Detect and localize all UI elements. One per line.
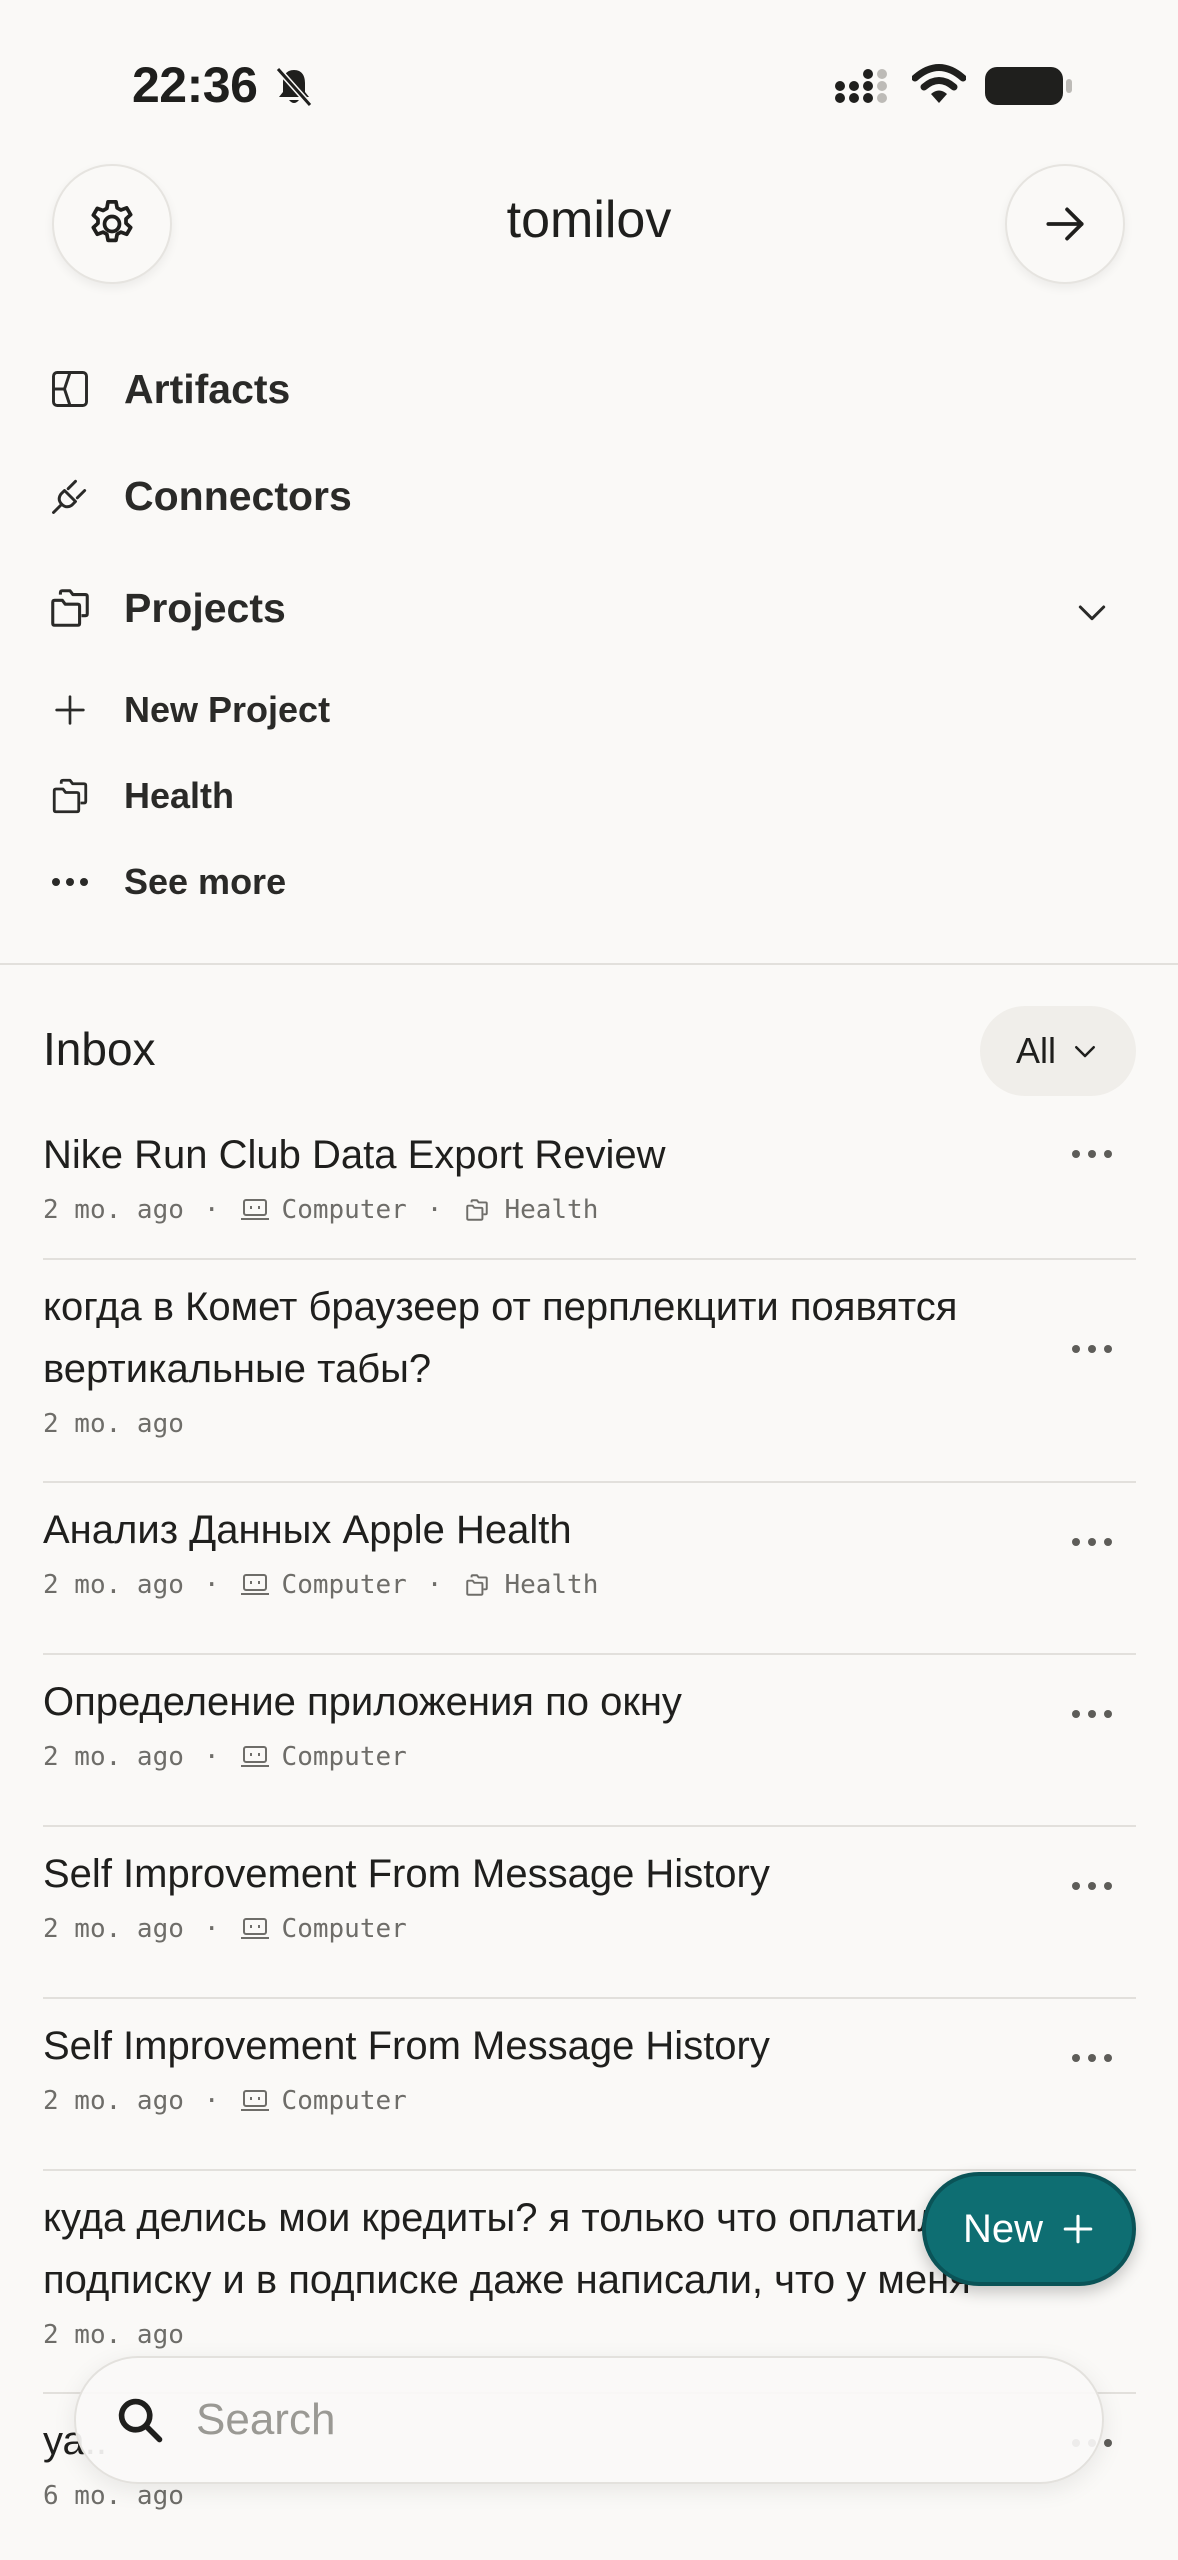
status-time: 22:36 [132, 57, 258, 113]
meta-separator: · [203, 2086, 220, 2116]
computer-icon [240, 1574, 269, 1595]
nav-label-connectors: Connectors [124, 472, 352, 519]
item-age: 2 mo. ago [43, 1195, 184, 1225]
meta-separator: · [203, 1570, 220, 1600]
section-divider [0, 963, 1178, 965]
inbox-list: Nike Run Club Data Export Review 2 mo. a… [43, 1108, 1136, 2544]
meta-separator: · [203, 1195, 220, 1225]
inbox-item[interactable]: Self Improvement From Message History 2 … [43, 1999, 1136, 2171]
nav-item-see-more[interactable]: See more [40, 852, 286, 912]
filter-label: All [1015, 1030, 1056, 1071]
inbox-item[interactable]: когда в Комет браузеер от перплекцити по… [43, 1260, 1136, 1483]
chevron-down-icon [1075, 1046, 1095, 1058]
item-title: Self Improvement From Message History [43, 1852, 770, 1896]
item-project: Health [504, 1570, 599, 1600]
nav-item-connectors[interactable]: Connectors [40, 466, 352, 526]
item-age: 2 mo. ago [43, 1409, 184, 1439]
new-chat-button[interactable]: New [922, 2172, 1136, 2286]
folders-icon [51, 589, 89, 627]
new-button-label: New [962, 2206, 1044, 2251]
item-title: когда в Комет браузеер от перплекцити по… [43, 1285, 958, 1391]
item-age: 6 mo. ago [43, 2481, 184, 2511]
nav-label-artifacts: Artifacts [124, 365, 291, 412]
nav-item-health[interactable]: Health [40, 766, 234, 826]
search-icon [118, 2398, 163, 2443]
plus-icon [55, 695, 85, 725]
inbox-title: Inbox [43, 1023, 156, 1075]
nav-item-new-project[interactable]: New Project [40, 680, 330, 740]
more-options-button[interactable] [1072, 1147, 1112, 1161]
computer-icon [240, 1746, 269, 1767]
battery-icon [985, 67, 1072, 105]
item-meta: 2 mo. ago · Computer · Health [43, 1190, 1136, 1230]
computer-icon [240, 1199, 269, 1220]
nav-label-health: Health [124, 775, 235, 816]
item-meta: 2 mo. ago · Computer [43, 1909, 1136, 1949]
item-source: Computer [281, 1195, 407, 1225]
folders-icon [466, 1574, 489, 1596]
item-age: 2 mo. ago [43, 2086, 184, 2116]
wifi-icon [912, 64, 966, 103]
nav-label-new-project: New Project [124, 689, 331, 730]
item-meta: 2 mo. ago [43, 1404, 1136, 1444]
more-options-button[interactable] [1072, 2051, 1112, 2065]
nav-label-projects: Projects [124, 584, 286, 631]
chevron-down-icon[interactable] [1072, 592, 1112, 632]
search-input[interactable]: Search [196, 2395, 335, 2445]
item-source: Computer [281, 1914, 407, 1944]
plus-icon [1063, 2214, 1093, 2244]
more-options-button[interactable] [1072, 1879, 1112, 1893]
nav-item-projects[interactable]: Projects [40, 578, 286, 638]
folders-icon [52, 778, 88, 814]
item-age: 2 mo. ago [43, 2320, 184, 2350]
item-meta: 2 mo. ago [43, 2315, 1136, 2355]
item-title: Self Improvement From Message History [43, 2024, 770, 2068]
item-title: Nike Run Club Data Export Review [43, 1133, 666, 1177]
inbox-item[interactable]: Анализ Данных Apple Health 2 mo. ago · C… [43, 1483, 1136, 1655]
item-title: Определение приложения по окну [43, 1680, 682, 1724]
nav-item-artifacts[interactable]: Artifacts [40, 359, 290, 419]
search-bar[interactable]: Search [74, 2356, 1104, 2484]
item-meta: 2 mo. ago · Computer [43, 2081, 1136, 2121]
item-meta: 2 mo. ago · Computer · Health [43, 1565, 1136, 1605]
status-bar: 22:36 [0, 0, 1178, 170]
meta-separator: · [203, 1742, 220, 1772]
inbox-item[interactable]: Nike Run Club Data Export Review 2 mo. a… [43, 1108, 1136, 1260]
inbox-filter-dropdown[interactable]: All [980, 1006, 1136, 1096]
account-name[interactable]: tomilov [0, 190, 1178, 250]
folders-icon [466, 1199, 489, 1221]
meta-separator: · [426, 1195, 443, 1225]
arrow-right-icon [1046, 207, 1084, 241]
item-age: 2 mo. ago [43, 1570, 184, 1600]
computer-icon [240, 2090, 269, 2111]
forward-button[interactable] [1005, 164, 1125, 284]
bell-slash-icon [275, 67, 313, 107]
more-options-button[interactable] [1072, 1342, 1112, 1356]
meta-separator: · [203, 1914, 220, 1944]
ellipsis-icon [52, 878, 88, 886]
item-project: Health [504, 1195, 599, 1225]
meta-separator: · [426, 1570, 443, 1600]
item-source: Computer [281, 1570, 407, 1600]
computer-icon [240, 1918, 269, 1939]
plug-icon [52, 479, 87, 514]
item-age: 2 mo. ago [43, 1914, 184, 1944]
artifacts-icon [52, 371, 88, 407]
item-title: Анализ Данных Apple Health [43, 1508, 572, 1552]
item-source: Computer [281, 1742, 407, 1772]
item-age: 2 mo. ago [43, 1742, 184, 1772]
inbox-item[interactable]: Self Improvement From Message History 2 … [43, 1827, 1136, 1999]
cellular-signal-icon [835, 69, 887, 103]
item-meta: 2 mo. ago · Computer [43, 1737, 1136, 1777]
more-options-button[interactable] [1072, 1707, 1112, 1721]
inbox-item[interactable]: Определение приложения по окну 2 mo. ago… [43, 1655, 1136, 1827]
more-options-button[interactable] [1072, 1535, 1112, 1549]
nav-label-see-more: See more [124, 861, 287, 902]
item-source: Computer [281, 2086, 407, 2116]
